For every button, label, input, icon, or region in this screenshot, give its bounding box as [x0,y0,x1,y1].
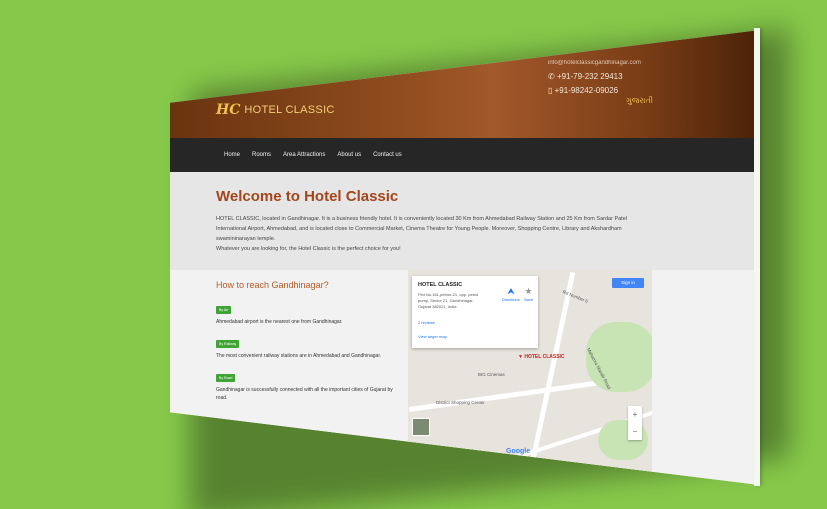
zoom-out-button[interactable]: − [628,423,642,440]
directions-icon: ⮝ [507,286,515,296]
nav-rooms[interactable]: Rooms [252,152,271,158]
tilted-screen: HC HOTEL CLASSIC info@hotelclassicgandhi… [170,30,760,485]
reach-air-text: Ahmedabad airport is the nearest one fro… [216,319,343,325]
logo-text: HOTEL CLASSIC [244,104,335,116]
welcome-text: HOTEL CLASSIC, located in Gandhinagar. I… [216,216,627,252]
reach-road-text: Gandhinagar is successfully connected wi… [216,387,393,401]
view-larger-map-link[interactable]: View larger map [418,334,447,339]
email-link[interactable]: info@hotelclassicgandhinagar.com [548,56,641,70]
save-button[interactable]: ★ Save [524,286,533,302]
directions-button[interactable]: ⮝ Directions [502,286,520,302]
satellite-toggle[interactable] [412,418,430,436]
screen-edge [754,28,760,486]
sign-in-button[interactable]: Sign in [612,278,644,288]
phone-1: ✆ +91-79-232 29413 [548,72,623,81]
place-card: HOTEL CLASSIC Plot No.161,pethor-21, opp… [412,276,538,348]
website: HC HOTEL CLASSIC info@hotelclassicgandhi… [170,30,760,485]
google-logo: Google [506,448,531,455]
zoom-control: + − [628,406,642,440]
nav-about[interactable]: About us [337,152,361,158]
welcome-section: Welcome to Hotel Classic HOTEL CLASSIC, … [170,172,760,270]
place-address: Plot No.161,pethor-21, opp. petrol pump,… [418,292,479,309]
mobile-icon: ▯ [548,86,555,95]
language-link[interactable]: ગુજરાતી [626,96,653,106]
stage: HC HOTEL CLASSIC info@hotelclassicgandhi… [0,0,827,509]
site-logo[interactable]: HC HOTEL CLASSIC [216,102,335,118]
reach-railway-text: The most convenient railway stations are… [216,353,382,359]
contact-info: info@hotelclassicgandhinagar.com ✆ +91-7… [548,56,641,98]
nav-area-attractions[interactable]: Area Attractions [283,152,325,158]
badge-road: By Road [216,374,236,382]
reviews-link[interactable]: 2 reviews [418,320,435,325]
phone-icon: ✆ [548,72,557,81]
reach-title: How to reach Gandhinagar? [216,280,329,290]
nav-contact[interactable]: Contact us [373,152,402,158]
hotel-pin[interactable]: ▼ HOTEL CLASSIC [518,354,565,360]
nav-home[interactable]: Home [224,152,240,158]
welcome-title: Welcome to Hotel Classic [216,188,399,205]
zoom-in-button[interactable]: + [628,406,642,423]
badge-air: By Air [216,306,232,314]
hc-logo-icon: HC [216,102,241,118]
reach-section: How to reach Gandhinagar? By Air Ahmedab… [216,280,404,408]
main-nav: Home Rooms Area Attractions About us Con… [170,138,760,172]
place-name: HOTEL CLASSIC [418,282,463,288]
badge-railway: By Railway [216,340,240,348]
star-icon: ★ [524,286,533,296]
poi-label: District Shopping Center [436,400,485,405]
poi-label: BIG Cinemas [478,372,505,377]
